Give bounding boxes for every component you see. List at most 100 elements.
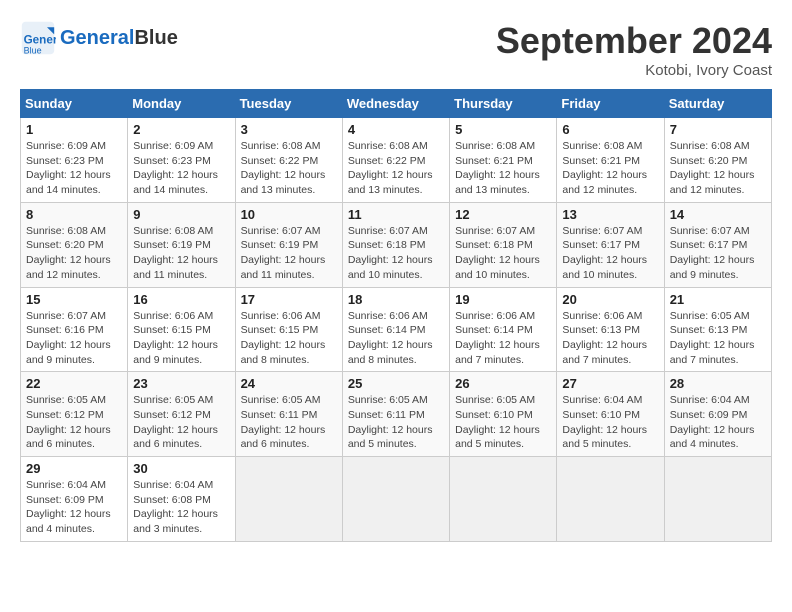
- calendar-day-cell: 28Sunrise: 6:04 AM Sunset: 6:09 PM Dayli…: [664, 372, 771, 457]
- calendar-day-cell: 15Sunrise: 6:07 AM Sunset: 6:16 PM Dayli…: [21, 287, 128, 372]
- weekday-header-row: SundayMondayTuesdayWednesdayThursdayFrid…: [21, 90, 772, 118]
- day-number: 13: [562, 207, 658, 222]
- calendar-day-cell: 1 Sunrise: 6:09 AM Sunset: 6:23 PM Daylig…: [21, 118, 128, 203]
- day-number: 5: [455, 122, 551, 137]
- day-number: 17: [241, 292, 337, 307]
- day-info: Sunrise: 6:06 AM Sunset: 6:15 PM Dayligh…: [133, 309, 229, 368]
- day-number: 2: [133, 122, 229, 137]
- day-info: Sunrise: 6:08 AM Sunset: 6:21 PM Dayligh…: [562, 139, 658, 198]
- month-title: September 2024: [496, 20, 772, 62]
- calendar-day-cell: 25Sunrise: 6:05 AM Sunset: 6:11 PM Dayli…: [342, 372, 449, 457]
- day-number: 4: [348, 122, 444, 137]
- calendar-day-cell: 22 Sunrise: 6:05 AM Sunset: 6:12 PM Dayli…: [21, 372, 128, 457]
- day-info: Sunrise: 6:05 AM Sunset: 6:11 PM Dayligh…: [348, 393, 444, 452]
- calendar-day-cell: 7 Sunrise: 6:08 AM Sunset: 6:20 PM Daylig…: [664, 118, 771, 203]
- page-header: General Blue GeneralBlue September 2024 …: [20, 20, 772, 79]
- calendar-day-cell: 26 Sunrise: 6:05 AM Sunset: 6:10 PM Dayli…: [450, 372, 557, 457]
- calendar-week-row: 29 Sunrise: 6:04 AM Sunset: 6:09 PM Dayli…: [21, 457, 772, 542]
- calendar-day-cell: [450, 457, 557, 542]
- day-number: 3: [241, 122, 337, 137]
- day-info: Sunrise: 6:05 AM Sunset: 6:11 PM Dayligh…: [241, 393, 337, 452]
- calendar-day-cell: 24 Sunrise: 6:05 AM Sunset: 6:11 PM Dayli…: [235, 372, 342, 457]
- day-number: 14: [670, 207, 766, 222]
- calendar-week-row: 1 Sunrise: 6:09 AM Sunset: 6:23 PM Daylig…: [21, 118, 772, 203]
- calendar-day-cell: 21Sunrise: 6:05 AM Sunset: 6:13 PM Dayli…: [664, 287, 771, 372]
- calendar-day-cell: 12 Sunrise: 6:07 AM Sunset: 6:18 PM Dayli…: [450, 202, 557, 287]
- calendar-day-cell: 18 Sunrise: 6:06 AM Sunset: 6:14 PM Dayli…: [342, 287, 449, 372]
- day-number: 28: [670, 376, 766, 391]
- day-number: 9: [133, 207, 229, 222]
- day-info: Sunrise: 6:08 AM Sunset: 6:22 PM Dayligh…: [348, 139, 444, 198]
- day-number: 29: [26, 461, 122, 476]
- svg-text:Blue: Blue: [24, 45, 42, 55]
- calendar-day-cell: 17 Sunrise: 6:06 AM Sunset: 6:15 PM Dayli…: [235, 287, 342, 372]
- calendar-day-cell: 13 Sunrise: 6:07 AM Sunset: 6:17 PM Dayli…: [557, 202, 664, 287]
- day-number: 11: [348, 207, 444, 222]
- calendar-day-cell: [235, 457, 342, 542]
- calendar-day-cell: 27Sunrise: 6:04 AM Sunset: 6:10 PM Dayli…: [557, 372, 664, 457]
- calendar-week-row: 22 Sunrise: 6:05 AM Sunset: 6:12 PM Dayli…: [21, 372, 772, 457]
- day-number: 1: [26, 122, 122, 137]
- calendar-day-cell: [664, 457, 771, 542]
- day-info: Sunrise: 6:07 AM Sunset: 6:17 PM Dayligh…: [562, 224, 658, 283]
- calendar-day-cell: 2 Sunrise: 6:09 AM Sunset: 6:23 PM Daylig…: [128, 118, 235, 203]
- day-info: Sunrise: 6:07 AM Sunset: 6:16 PM Dayligh…: [26, 309, 122, 368]
- day-number: 19: [455, 292, 551, 307]
- logo-icon: General Blue: [20, 20, 56, 56]
- day-info: Sunrise: 6:08 AM Sunset: 6:20 PM Dayligh…: [670, 139, 766, 198]
- title-block: September 2024 Kotobi, Ivory Coast: [496, 20, 772, 79]
- calendar-week-row: 15Sunrise: 6:07 AM Sunset: 6:16 PM Dayli…: [21, 287, 772, 372]
- weekday-header: Thursday: [450, 90, 557, 118]
- location: Kotobi, Ivory Coast: [496, 62, 772, 79]
- calendar-day-cell: 20 Sunrise: 6:06 AM Sunset: 6:13 PM Dayli…: [557, 287, 664, 372]
- day-number: 6: [562, 122, 658, 137]
- day-number: 26: [455, 376, 551, 391]
- logo: General Blue GeneralBlue: [20, 20, 178, 56]
- day-number: 7: [670, 122, 766, 137]
- day-info: Sunrise: 6:05 AM Sunset: 6:10 PM Dayligh…: [455, 393, 551, 452]
- weekday-header: Friday: [557, 90, 664, 118]
- day-info: Sunrise: 6:07 AM Sunset: 6:19 PM Dayligh…: [241, 224, 337, 283]
- day-number: 22: [26, 376, 122, 391]
- day-number: 12: [455, 207, 551, 222]
- day-info: Sunrise: 6:08 AM Sunset: 6:21 PM Dayligh…: [455, 139, 551, 198]
- calendar-table: SundayMondayTuesdayWednesdayThursdayFrid…: [20, 89, 772, 542]
- day-number: 16: [133, 292, 229, 307]
- day-number: 21: [670, 292, 766, 307]
- day-number: 24: [241, 376, 337, 391]
- calendar-day-cell: 30 Sunrise: 6:04 AM Sunset: 6:08 PM Dayli…: [128, 457, 235, 542]
- day-info: Sunrise: 6:09 AM Sunset: 6:23 PM Dayligh…: [26, 139, 122, 198]
- weekday-header: Wednesday: [342, 90, 449, 118]
- day-info: Sunrise: 6:06 AM Sunset: 6:15 PM Dayligh…: [241, 309, 337, 368]
- calendar-day-cell: 29 Sunrise: 6:04 AM Sunset: 6:09 PM Dayli…: [21, 457, 128, 542]
- day-info: Sunrise: 6:04 AM Sunset: 6:09 PM Dayligh…: [26, 478, 122, 537]
- day-info: Sunrise: 6:08 AM Sunset: 6:20 PM Dayligh…: [26, 224, 122, 283]
- calendar-day-cell: 23Sunrise: 6:05 AM Sunset: 6:12 PM Dayli…: [128, 372, 235, 457]
- day-info: Sunrise: 6:08 AM Sunset: 6:22 PM Dayligh…: [241, 139, 337, 198]
- day-info: Sunrise: 6:09 AM Sunset: 6:23 PM Dayligh…: [133, 139, 229, 198]
- calendar-day-cell: 9Sunrise: 6:08 AM Sunset: 6:19 PM Daylig…: [128, 202, 235, 287]
- day-info: Sunrise: 6:05 AM Sunset: 6:12 PM Dayligh…: [26, 393, 122, 452]
- calendar-day-cell: 3 Sunrise: 6:08 AM Sunset: 6:22 PM Daylig…: [235, 118, 342, 203]
- logo-blue: Blue: [134, 27, 177, 49]
- weekday-header: Saturday: [664, 90, 771, 118]
- calendar-day-cell: [557, 457, 664, 542]
- calendar-day-cell: 8 Sunrise: 6:08 AM Sunset: 6:20 PM Daylig…: [21, 202, 128, 287]
- day-number: 18: [348, 292, 444, 307]
- day-number: 20: [562, 292, 658, 307]
- day-info: Sunrise: 6:06 AM Sunset: 6:14 PM Dayligh…: [348, 309, 444, 368]
- day-info: Sunrise: 6:06 AM Sunset: 6:14 PM Dayligh…: [455, 309, 551, 368]
- day-info: Sunrise: 6:07 AM Sunset: 6:18 PM Dayligh…: [455, 224, 551, 283]
- day-info: Sunrise: 6:04 AM Sunset: 6:10 PM Dayligh…: [562, 393, 658, 452]
- calendar-day-cell: 19 Sunrise: 6:06 AM Sunset: 6:14 PM Dayli…: [450, 287, 557, 372]
- day-info: Sunrise: 6:07 AM Sunset: 6:18 PM Dayligh…: [348, 224, 444, 283]
- weekday-header: Monday: [128, 90, 235, 118]
- day-number: 30: [133, 461, 229, 476]
- day-info: Sunrise: 6:04 AM Sunset: 6:08 PM Dayligh…: [133, 478, 229, 537]
- calendar-day-cell: 14 Sunrise: 6:07 AM Sunset: 6:17 PM Dayli…: [664, 202, 771, 287]
- calendar-day-cell: 11 Sunrise: 6:07 AM Sunset: 6:18 PM Dayli…: [342, 202, 449, 287]
- day-number: 8: [26, 207, 122, 222]
- day-info: Sunrise: 6:07 AM Sunset: 6:17 PM Dayligh…: [670, 224, 766, 283]
- day-info: Sunrise: 6:06 AM Sunset: 6:13 PM Dayligh…: [562, 309, 658, 368]
- weekday-header: Tuesday: [235, 90, 342, 118]
